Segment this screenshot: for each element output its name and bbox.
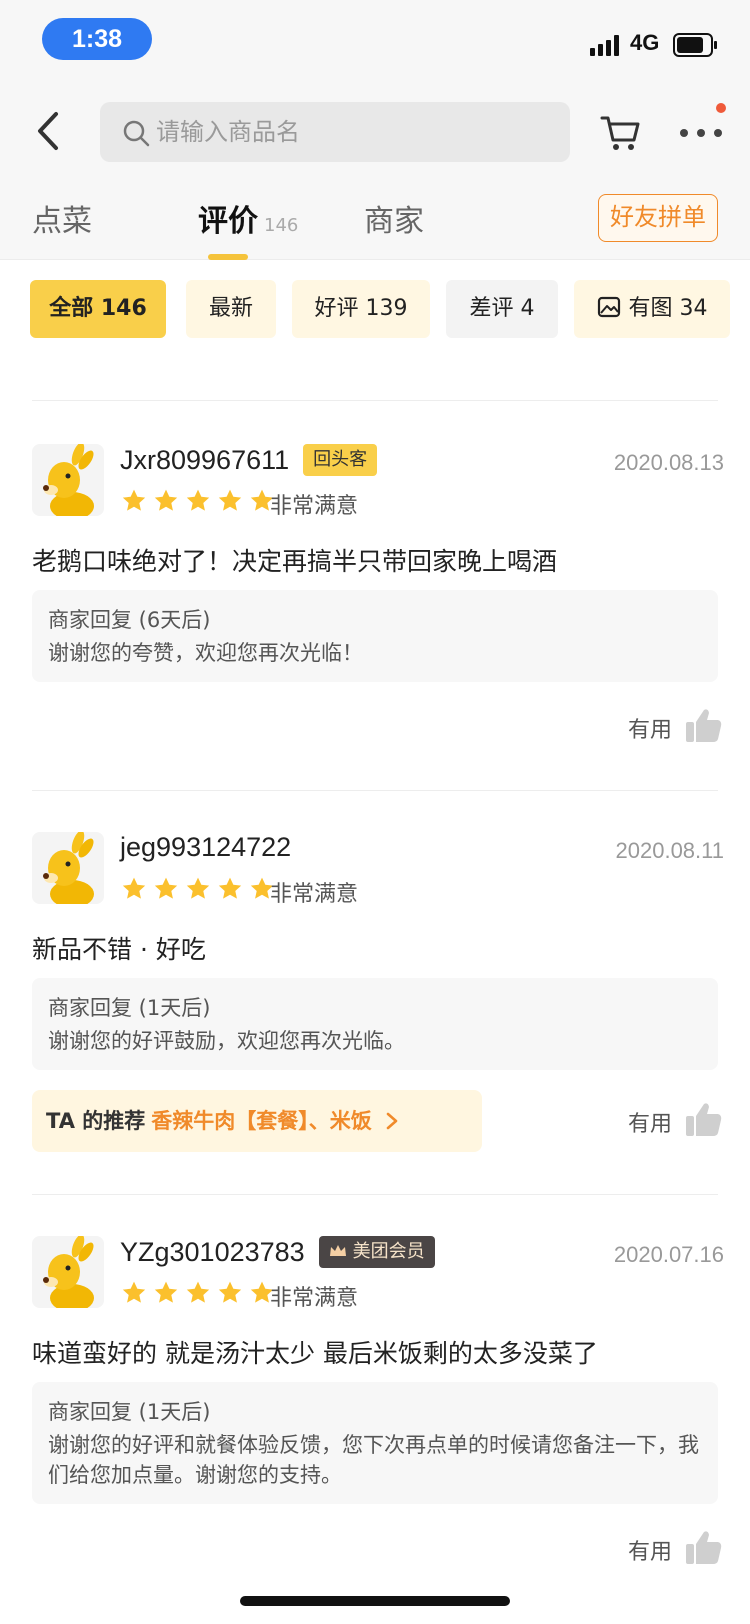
review-username-row: Jxr809967611 回头客 [120,444,378,476]
useful-label: 有用 [627,1112,672,1137]
status-bar: 1:38 4G [0,0,750,84]
review-date: 2020.07.16 [613,1242,724,1267]
star-icon [122,489,146,511]
review-item: Jxr809967611 回头客 2020.08.13 非常满意 老鹅口味绝对了！… [0,444,750,774]
avatar[interactable] [32,832,104,904]
merchant-reply: 商家回复 (1天后) 谢谢您的好评和就餐体验反馈，您下次再点单的时候请您备注一下… [32,1382,718,1504]
image-icon [597,296,620,318]
merchant-reply: 商家回复 (1天后) 谢谢您的好评鼓励，欢迎您再次光临。 [32,978,718,1070]
star-icon [154,1281,178,1303]
review-text: 味道蛮好的 就是汤汁太少 最后米饭剩的太多没菜了 [32,1339,598,1368]
filter-with-photos-label: 有图 34 [628,296,708,321]
avatar[interactable] [32,444,104,516]
username[interactable]: YZg301023783 [120,1237,305,1267]
tab-menu[interactable]: 点菜 [32,196,92,240]
recommend-items: 香辣牛肉【套餐】、米饭 [151,1109,372,1133]
star-rating [120,1280,280,1310]
useful-button[interactable]: 有用 [604,706,724,746]
tab-merchant-label: 商家 [364,204,424,239]
star-icon [154,877,178,899]
star-rating [120,876,280,906]
search-box[interactable] [100,102,570,162]
useful-button[interactable]: 有用 [604,1528,724,1568]
notification-dot [716,103,726,113]
star-icon [218,877,242,899]
search-input[interactable] [154,102,554,162]
group-order-button[interactable]: 好友拼单 [598,194,718,242]
tab-reviews-count: 146 [264,215,299,236]
tab-reviews-label: 评价 [198,204,258,239]
reply-text: 谢谢您的好评和就餐体验反馈，您下次再点单的时候请您备注一下，我们给您加点量。谢谢… [48,1433,699,1487]
kangaroo-avatar-icon [32,1236,104,1308]
reply-text: 谢谢您的好评鼓励，欢迎您再次光临。 [48,1029,405,1053]
review-text: 新品不错 · 好吃 [32,935,206,964]
cart-icon[interactable] [600,106,642,156]
star-icon [154,489,178,511]
review-filters: 全部 146 最新 好评 139 差评 4 有图 34 [0,260,750,402]
crown-icon [329,1245,346,1256]
more-options-icon[interactable] [676,106,726,156]
reply-text: 谢谢您的夸赞，欢迎您再次光临！ [48,641,363,665]
reply-title: 商家回复 (1天后) [48,996,211,1020]
member-badge-label: 美团会员 [352,1241,425,1262]
network-type: 4G [630,30,660,55]
filter-with-photos[interactable]: 有图 34 [574,280,730,338]
signal-icon [590,35,619,56]
useful-button[interactable]: 有用 [604,1100,724,1140]
star-icon [186,489,210,511]
back-arrow-icon[interactable] [30,106,70,156]
filter-latest[interactable]: 最新 [186,280,276,338]
star-rating [120,488,280,518]
rating-text: 非常满意 [270,494,359,519]
battery-icon [673,33,717,57]
chevron-right-icon [386,1112,398,1130]
recommend-label: TA 的推荐 [46,1109,146,1133]
search-icon [123,120,150,147]
tab-merchant[interactable]: 商家 [364,196,424,240]
home-indicator[interactable] [240,1596,510,1606]
thumbs-up-icon [686,1531,722,1564]
star-icon [186,877,210,899]
useful-label: 有用 [627,1540,672,1565]
divider [32,790,718,791]
star-icon [186,1281,210,1303]
star-icon [218,489,242,511]
review-username-row: jeg993124722 [120,832,291,863]
divider [32,1194,718,1195]
useful-label: 有用 [627,718,672,743]
star-icon [122,877,146,899]
rating-text: 非常满意 [270,1286,359,1311]
username[interactable]: jeg993124722 [120,832,291,862]
review-item: jeg993124722 2020.08.11 非常满意 新品不错 · 好吃 商… [0,832,750,1172]
kangaroo-avatar-icon [32,444,104,516]
star-icon [122,1281,146,1303]
returning-customer-badge: 回头客 [303,444,378,476]
tab-bar: 点菜 评价 146 商家 好友拼单 [0,182,750,260]
merchant-reply: 商家回复 (6天后) 谢谢您的夸赞，欢迎您再次光临！ [32,590,718,682]
reply-title: 商家回复 (6天后) [48,608,211,632]
member-badge: 美团会员 [318,1236,435,1268]
thumbs-up-icon [686,1103,722,1136]
kangaroo-avatar-icon [32,832,104,904]
review-date: 2020.08.13 [613,450,724,475]
avatar[interactable] [32,1236,104,1308]
recommended-items[interactable]: TA 的推荐 香辣牛肉【套餐】、米饭 [32,1090,482,1152]
tab-menu-label: 点菜 [32,204,92,239]
filter-negative[interactable]: 差评 4 [446,280,558,338]
rating-text: 非常满意 [270,882,359,907]
username[interactable]: Jxr809967611 [120,445,289,475]
divider [32,400,718,401]
filter-positive[interactable]: 好评 139 [292,280,430,338]
review-item: YZg301023783 美团会员 2020.07.16 非常满意 味道蛮好的 就… [0,1236,750,1566]
header-bar [0,84,750,182]
tab-reviews[interactable]: 评价 146 [198,196,298,240]
thumbs-up-icon [686,709,722,742]
reply-title: 商家回复 (1天后) [48,1400,211,1424]
filter-all[interactable]: 全部 146 [30,280,166,338]
review-text: 老鹅口味绝对了！决定再搞半只带回家晚上喝酒 [32,547,558,576]
star-icon [218,1281,242,1303]
review-username-row: YZg301023783 美团会员 [120,1236,435,1268]
review-date: 2020.08.11 [615,838,724,863]
status-time: 1:38 [42,18,152,60]
